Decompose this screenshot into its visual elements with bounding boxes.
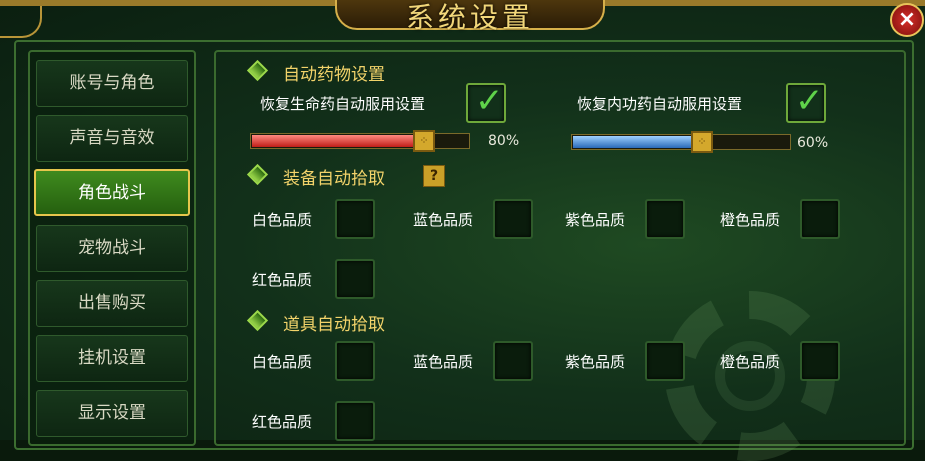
hp-threshold-slider[interactable]: ⁘ xyxy=(250,130,470,152)
equip-white-checkbox[interactable] xyxy=(335,199,375,239)
item-orange-label: 橙色品质 xyxy=(720,353,781,371)
item-red-checkbox[interactable] xyxy=(335,401,375,441)
item-white-checkbox[interactable] xyxy=(335,341,375,381)
diamond-icon xyxy=(246,163,269,186)
section-title: 自动药物设置 xyxy=(283,65,385,85)
equip-red-label: 红色品质 xyxy=(252,271,313,289)
equip-purple-label: 紫色品质 xyxy=(565,211,626,229)
sidebar-item-sound[interactable]: 声音与音效 xyxy=(36,115,188,162)
item-blue-checkbox[interactable] xyxy=(493,341,533,381)
equip-red-checkbox[interactable] xyxy=(335,259,375,299)
hp-auto-label: 恢复生命药自动服用设置 xyxy=(260,95,426,113)
sidebar-item-label: 宠物战斗 xyxy=(78,238,146,258)
window-title: 系统设置 xyxy=(405,1,534,34)
settings-window: 系统设置 × 账号与角色 声音与音效 角色战斗 宠物战斗 出售购买 挂机设置 显… xyxy=(0,0,925,461)
sidebar-item-display[interactable]: 显示设置 xyxy=(36,390,188,437)
section-title: 道具自动拾取 xyxy=(283,315,385,335)
equip-white-label: 白色品质 xyxy=(252,211,313,229)
check-icon: ✓ xyxy=(795,81,824,121)
help-icon[interactable]: ? xyxy=(423,165,445,187)
equip-blue-label: 蓝色品质 xyxy=(413,211,474,229)
sidebar-item-label: 显示设置 xyxy=(78,403,146,423)
sidebar-item-auto-play[interactable]: 挂机设置 xyxy=(36,335,188,382)
sidebar-item-label: 声音与音效 xyxy=(69,128,155,148)
sidebar-item-character-combat[interactable]: 角色战斗 xyxy=(34,169,190,216)
close-icon: × xyxy=(897,7,917,32)
sidebar-item-account[interactable]: 账号与角色 xyxy=(36,60,188,107)
hp-slider-fill xyxy=(252,135,425,147)
diamond-icon xyxy=(246,59,269,82)
check-icon: ✓ xyxy=(475,81,504,121)
equip-orange-label: 橙色品质 xyxy=(720,211,781,229)
sidebar-item-label: 挂机设置 xyxy=(78,348,146,368)
item-white-label: 白色品质 xyxy=(252,353,313,371)
equip-blue-checkbox[interactable] xyxy=(493,199,533,239)
corner-ornament xyxy=(0,6,42,38)
sidebar-item-buy-sell[interactable]: 出售购买 xyxy=(36,280,188,327)
item-blue-label: 蓝色品质 xyxy=(413,353,474,371)
item-purple-label: 紫色品质 xyxy=(565,353,626,371)
sidebar: 账号与角色 声音与音效 角色战斗 宠物战斗 出售购买 挂机设置 显示设置 xyxy=(28,50,196,446)
equip-pickup-header: 装备自动拾取 xyxy=(246,163,385,189)
auto-medicine-header: 自动药物设置 xyxy=(246,59,385,85)
item-orange-checkbox[interactable] xyxy=(800,341,840,381)
slider-handle[interactable]: ⁘ xyxy=(413,130,435,152)
sidebar-item-pet-combat[interactable]: 宠物战斗 xyxy=(36,225,188,272)
mp-auto-checkbox[interactable]: ✓ xyxy=(786,81,826,123)
equip-orange-checkbox[interactable] xyxy=(800,199,840,239)
mp-threshold-slider[interactable]: ⁘ xyxy=(571,131,791,153)
slider-handle[interactable]: ⁘ xyxy=(691,131,713,153)
close-button[interactable]: × xyxy=(890,3,924,37)
equip-purple-checkbox[interactable] xyxy=(645,199,685,239)
item-red-label: 红色品质 xyxy=(252,413,313,431)
section-title: 装备自动拾取 xyxy=(283,169,385,189)
mp-slider-fill xyxy=(573,136,703,148)
sidebar-item-label: 出售购买 xyxy=(78,293,146,313)
mp-auto-label: 恢复内功药自动服用设置 xyxy=(577,95,743,113)
hp-auto-checkbox[interactable]: ✓ xyxy=(466,81,506,123)
item-purple-checkbox[interactable] xyxy=(645,341,685,381)
sidebar-item-label: 账号与角色 xyxy=(69,73,155,93)
hp-percent: 80% xyxy=(488,133,520,149)
title-plate: 系统设置 xyxy=(335,0,605,34)
sidebar-item-label: 角色战斗 xyxy=(78,183,146,203)
diamond-icon xyxy=(246,309,269,332)
mp-percent: 60% xyxy=(797,135,829,151)
item-pickup-header: 道具自动拾取 xyxy=(246,309,385,335)
